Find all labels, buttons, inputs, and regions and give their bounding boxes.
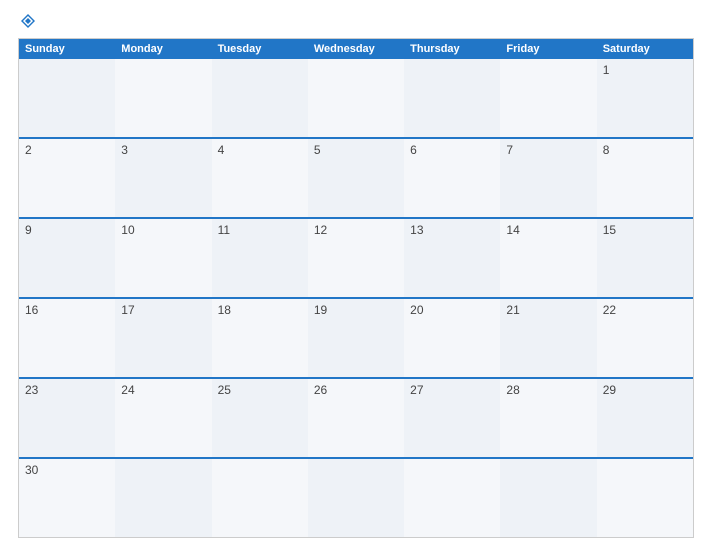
week-row-0: 1	[19, 59, 693, 137]
calendar-grid: SundayMondayTuesdayWednesdayThursdayFrid…	[18, 38, 694, 538]
day-cell: 4	[212, 139, 308, 217]
day-cell: 17	[115, 299, 211, 377]
day-cell: 30	[19, 459, 115, 537]
day-cell: 8	[597, 139, 693, 217]
day-cell: 20	[404, 299, 500, 377]
logo	[18, 12, 37, 30]
day-number: 26	[314, 383, 327, 397]
day-number: 3	[121, 143, 128, 157]
day-cell: 11	[212, 219, 308, 297]
day-cell: 3	[115, 139, 211, 217]
day-number: 8	[603, 143, 610, 157]
day-number: 24	[121, 383, 134, 397]
week-row-3: 16 17 18 19 20 21 22	[19, 297, 693, 377]
week-row-5: 30	[19, 457, 693, 537]
day-number: 29	[603, 383, 616, 397]
day-number: 9	[25, 223, 32, 237]
day-cell: 24	[115, 379, 211, 457]
day-cell: 27	[404, 379, 500, 457]
weeks-container: 1234567891011121314151617181920212223242…	[19, 59, 693, 537]
day-number: 15	[603, 223, 616, 237]
day-number: 18	[218, 303, 231, 317]
week-row-4: 23 24 25 26 27 28 29	[19, 377, 693, 457]
day-cell	[308, 59, 404, 137]
day-number: 16	[25, 303, 38, 317]
week-row-1: 2 3 4 5 6 7 8	[19, 137, 693, 217]
calendar-page: SundayMondayTuesdayWednesdayThursdayFrid…	[0, 0, 712, 550]
day-cell: 10	[115, 219, 211, 297]
day-cell: 5	[308, 139, 404, 217]
day-cell: 28	[500, 379, 596, 457]
day-cell	[212, 59, 308, 137]
day-number: 12	[314, 223, 327, 237]
day-cell: 18	[212, 299, 308, 377]
day-cell	[500, 459, 596, 537]
day-cell: 26	[308, 379, 404, 457]
day-cell: 6	[404, 139, 500, 217]
day-number: 1	[603, 63, 610, 77]
day-number: 13	[410, 223, 423, 237]
day-cell: 9	[19, 219, 115, 297]
day-cell: 12	[308, 219, 404, 297]
day-number: 23	[25, 383, 38, 397]
day-number: 28	[506, 383, 519, 397]
day-header-friday: Friday	[500, 39, 596, 59]
day-cell: 25	[212, 379, 308, 457]
day-number: 22	[603, 303, 616, 317]
week-row-2: 9 10 11 12 13 14 15	[19, 217, 693, 297]
day-number: 19	[314, 303, 327, 317]
day-cell	[404, 59, 500, 137]
day-cell	[404, 459, 500, 537]
day-cell	[115, 459, 211, 537]
day-header-monday: Monday	[115, 39, 211, 59]
day-number: 14	[506, 223, 519, 237]
day-number: 7	[506, 143, 513, 157]
day-number: 11	[218, 223, 230, 237]
day-number: 4	[218, 143, 225, 157]
day-header-sunday: Sunday	[19, 39, 115, 59]
day-header-tuesday: Tuesday	[212, 39, 308, 59]
day-cell: 29	[597, 379, 693, 457]
day-number: 20	[410, 303, 423, 317]
day-number: 30	[25, 463, 38, 477]
day-cell: 16	[19, 299, 115, 377]
day-cell: 1	[597, 59, 693, 137]
day-cell: 15	[597, 219, 693, 297]
day-cell: 23	[19, 379, 115, 457]
day-cell	[597, 459, 693, 537]
day-header-thursday: Thursday	[404, 39, 500, 59]
day-cell	[308, 459, 404, 537]
day-number: 6	[410, 143, 417, 157]
day-header-saturday: Saturday	[597, 39, 693, 59]
day-cell	[500, 59, 596, 137]
day-headers-row: SundayMondayTuesdayWednesdayThursdayFrid…	[19, 39, 693, 59]
day-cell: 14	[500, 219, 596, 297]
logo-flag-icon	[19, 12, 37, 30]
header	[18, 12, 694, 30]
day-header-wednesday: Wednesday	[308, 39, 404, 59]
day-number: 5	[314, 143, 321, 157]
day-number: 2	[25, 143, 32, 157]
day-cell: 21	[500, 299, 596, 377]
day-number: 21	[506, 303, 519, 317]
day-cell: 7	[500, 139, 596, 217]
day-number: 17	[121, 303, 134, 317]
day-cell: 2	[19, 139, 115, 217]
day-number: 25	[218, 383, 231, 397]
day-number: 10	[121, 223, 134, 237]
day-cell: 13	[404, 219, 500, 297]
day-number: 27	[410, 383, 423, 397]
day-cell: 19	[308, 299, 404, 377]
day-cell	[115, 59, 211, 137]
day-cell: 22	[597, 299, 693, 377]
day-cell	[212, 459, 308, 537]
day-cell	[19, 59, 115, 137]
